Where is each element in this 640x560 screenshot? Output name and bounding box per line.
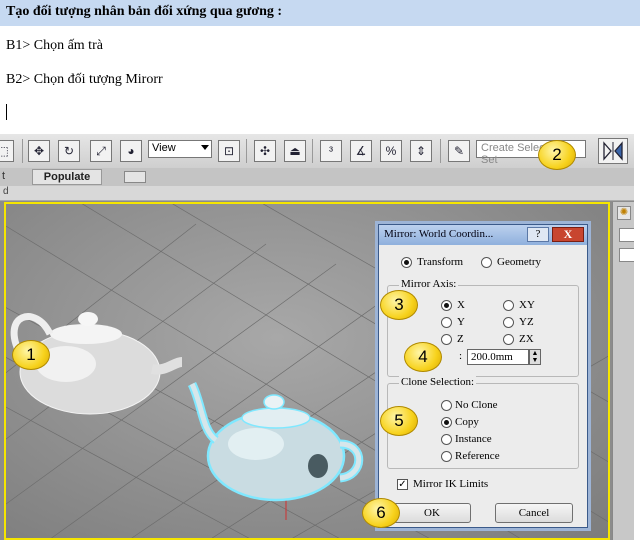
help-button[interactable]: ? [527,227,549,242]
radio-geometry[interactable] [481,257,492,268]
axis-xy-label: XY [519,299,535,311]
rotate-icon[interactable]: ↻ [58,140,80,162]
scale-icon[interactable]: ⤢ [90,140,112,162]
chevron-down-icon [201,145,209,150]
mirror-ik-checkbox[interactable]: ✓ [397,479,408,490]
axis-yz-label: YZ [519,316,534,328]
move-icon[interactable]: ✥ [28,140,50,162]
toolbar-separator [246,139,247,163]
mirror-tool-button[interactable] [598,138,628,164]
toolbar-separator [440,139,441,163]
radio-instance[interactable] [441,434,452,445]
snap-3-icon[interactable]: ³ [320,140,342,162]
radio-axis-yz[interactable] [503,317,514,328]
select-place-icon[interactable]: ◕ [120,140,142,162]
tab-populate[interactable]: Populate [32,169,102,185]
radio-axis-y[interactable] [441,317,452,328]
axis-y-label: Y [457,316,465,328]
radio-copy[interactable] [441,417,452,428]
step-2-text: B2> Chọn đối tượng Mirorr [6,72,163,87]
doc-heading: Tạo đối tượng nhân bản đối xứng qua gươn… [0,0,640,26]
manipulate-icon[interactable]: ✣ [254,140,276,162]
callout-6: 6 [362,498,400,528]
offset-input[interactable]: 200.0mm [467,349,529,365]
close-button[interactable]: X [552,227,584,242]
radio-axis-z[interactable] [441,334,452,345]
mirror-axis-title: Mirror Axis: [399,278,459,290]
link-icon[interactable]: ⬚ [0,140,14,162]
step-1-text: B1> Chọn ấm trà [6,38,103,53]
toolbar-separator [312,139,313,163]
axis-zx-label: ZX [519,333,534,345]
reference-label: Reference [455,450,500,462]
callout-1: 1 [12,340,50,370]
radio-geometry-label: Geometry [497,256,541,268]
text-cursor [6,104,7,120]
strip-text: d [3,186,9,197]
mirror-dialog: Mirror: World Coordin... ? X Transform G… [378,224,588,528]
ribbon-bar: t Populate [0,168,634,187]
pivot-icon[interactable]: ⊡ [218,140,240,162]
reference-coord-select[interactable]: View [148,140,212,158]
instance-label: Instance [455,433,492,445]
ribbon-options-dropdown[interactable] [124,171,146,183]
radio-axis-x[interactable] [441,300,452,311]
offset-label: : [459,350,463,362]
radio-transform-label: Transform [417,256,464,268]
teapot-mirror-copy[interactable] [187,381,364,502]
sun-icon[interactable]: ✺ [617,206,631,220]
radio-transform[interactable] [401,257,412,268]
copy-label: Copy [455,416,479,428]
no-clone-label: No Clone [455,399,498,411]
panel-field[interactable] [619,228,634,242]
axis-x-label: X [457,299,465,311]
mirror-ik-label: Mirror IK Limits [413,478,489,490]
clone-selection-title: Clone Selection: [399,376,477,388]
ribbon-left-text: t [2,170,6,182]
percent-snap-icon[interactable]: % [380,140,402,162]
mirror-icon [603,141,623,161]
command-panel: ✺ [612,202,634,540]
ribbon-strip: d [0,186,634,201]
toolbar-separator [22,139,23,163]
radio-axis-zx[interactable] [503,334,514,345]
axis-z-label: Z [457,333,464,345]
offset-spinner[interactable]: ▲ ▼ [529,349,541,365]
radio-reference[interactable] [441,451,452,462]
callout-2: 2 [538,140,576,170]
keyboard-shortcut-icon[interactable]: ⏏ [284,140,306,162]
view-select-value: View [152,142,176,154]
cancel-button[interactable]: Cancel [495,503,573,523]
ok-button[interactable]: OK [393,503,471,523]
callout-5: 5 [380,406,418,436]
callout-3: 3 [380,290,418,320]
spinner-snap-icon[interactable]: ⇕ [410,140,432,162]
radio-axis-xy[interactable] [503,300,514,311]
callout-4: 4 [404,342,442,372]
panel-field[interactable] [619,248,634,262]
edit-named-selection-icon[interactable]: ✎ [448,140,470,162]
angle-snap-icon[interactable]: ∡ [350,140,372,162]
radio-no-clone[interactable] [441,400,452,411]
